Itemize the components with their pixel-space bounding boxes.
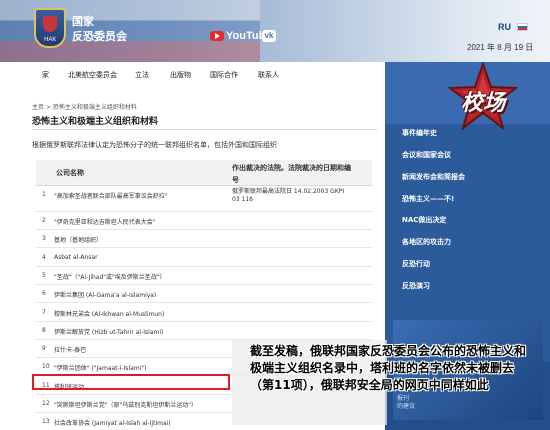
emblem-logo[interactable]: НАК — [34, 8, 66, 48]
org-name[interactable]: 国家 反恐委员会 — [72, 14, 127, 44]
organization-name[interactable]: "突厥斯坦伊斯兰党"（原"乌兹别克斯坦伊斯兰运动"） — [54, 400, 197, 409]
row-number: 6 — [42, 290, 46, 298]
row-number: 8 — [42, 326, 46, 334]
shield-icon — [43, 16, 57, 32]
organization-name[interactable]: 伊斯兰解放党 (Hizb ut-Tahrir al-Islami) — [54, 327, 163, 336]
table-row: 8 伊斯兰解放党 (Hizb ut-Tahrir al-Islami) — [36, 322, 372, 340]
organization-name[interactable]: 拉什卡-泰巴 — [54, 345, 86, 354]
table-row: 6 伊斯兰集团 (Al-Gama'a al-Islamiya) — [36, 285, 372, 304]
youtube-icon[interactable] — [210, 31, 224, 41]
nav-item-intl-cooperation[interactable]: 国际合作 — [210, 70, 238, 80]
sidebar-link-chronicle[interactable]: 事件编年史 — [402, 128, 437, 138]
title-divider — [32, 129, 377, 130]
nav-item-contacts[interactable]: 联系人 — [258, 70, 279, 80]
table-row: 5 "圣战"（"Al-Jihad"或"埃及伊斯兰圣战"） — [36, 267, 372, 285]
table-row: 1 "高加索圣战者联合部队最高军事议会舒拉" 俄罗斯联邦最高法院日 14.02.20… — [36, 186, 372, 212]
sidebar-link-decisions[interactable]: NAC做出决定 — [402, 215, 446, 225]
page-title: 恐怖主义和极端主义组织和材料 — [32, 117, 159, 127]
organization-name[interactable]: "伊奇克里亚和达吉斯坦人民代表大会" — [54, 217, 156, 226]
table-row: 7 穆斯林兄弟会 (Al-Ikhwan al-Muslimun) — [36, 304, 372, 322]
sidebar-link-regions[interactable]: 各地区的攻击力 — [402, 237, 451, 247]
vk-icon[interactable]: vk — [262, 30, 276, 42]
nav-item-legislation[interactable]: 立法 — [135, 70, 149, 80]
sidebar-promo-line1: 报刊 — [397, 395, 410, 402]
organization-name[interactable]: "伊斯兰团体" ("Jamaat-i-Islami") — [54, 363, 146, 372]
organization-name[interactable]: 社会改革协会 (Jamiyat al-Islah al-Ijtimai) — [54, 418, 171, 427]
column-header-decision-line1: 作出裁决的法院。法院裁决的日期和编 — [232, 164, 351, 172]
column-header-decision: 作出裁决的法院。法院裁决的日期和编 号 — [232, 163, 351, 185]
organization-name[interactable]: 基地（基地组织） — [54, 235, 102, 244]
sidebar-link-press[interactable]: 新闻发布会和简报会 — [402, 172, 465, 182]
badge-logo-text: 校场 — [460, 91, 505, 116]
court-decision-line1: 俄罗斯联邦最高法院日 14.02.2003 GKPI — [232, 188, 345, 195]
news-caption: 截至发稿，俄联邦国家反恐委员会公布的恐怖主义和极端主义组织名录中，塔利班的名字依… — [250, 344, 527, 392]
organization-name[interactable]: "圣战"（"Al-Jihad"或"埃及伊斯兰圣战"） — [54, 272, 166, 281]
column-header-decision-line2: 号 — [232, 176, 239, 184]
row-number: 3 — [42, 235, 46, 243]
table-row: 4 Asbat al-Ansar — [36, 249, 372, 267]
table-header: 公司名称 作出裁决的法院。法院裁决的日期和编 号 — [36, 160, 372, 186]
organization-name[interactable]: Asbat al-Ansar — [54, 254, 98, 261]
nav-item-norad[interactable]: 北美航空委员会 — [68, 70, 117, 80]
breadcrumb[interactable]: 主页 > 恐怖主义和极端主义组织和材料 — [32, 102, 137, 111]
language-switch[interactable]: RU — [498, 22, 511, 32]
table-row: 3 基地（基地组织） — [36, 230, 372, 249]
row-number: 10 — [42, 363, 50, 371]
header-date: 2021 年 8 月 19 日 — [467, 43, 534, 52]
emblem-text: НАК — [44, 37, 56, 43]
sidebar-link-operations[interactable]: 反恐行动 — [402, 259, 430, 269]
row-number: 1 — [42, 191, 46, 198]
row-number: 5 — [42, 271, 46, 279]
sidebar-promo-text: 报刊 的建议 — [397, 395, 415, 411]
main-nav: 家 北美航空委员会 立法 出版物 国际合作 联系人 — [32, 64, 332, 86]
organization-name[interactable]: 穆斯林兄弟会 (Al-Ikhwan al-Muslimun) — [54, 309, 164, 318]
row-number: 12 — [42, 400, 50, 407]
row-number: 7 — [42, 308, 46, 316]
intro-text: 根据俄罗斯联邦法律认定为恐怖分子的统一联邦组织名单，包括外国和国际组织 — [32, 141, 277, 149]
org-name-line1: 国家 — [72, 15, 94, 28]
court-decision-line2: 03 116 — [232, 196, 253, 203]
highlight-box — [32, 374, 230, 390]
column-header-name: 公司名称 — [56, 169, 84, 177]
row-number: 13 — [42, 418, 50, 426]
court-decision: 俄罗斯联邦最高法院日 14.02.2003 GKPI 03 116 — [232, 188, 367, 204]
organization-name[interactable]: "高加索圣战者联合部队最高军事议会舒拉" — [54, 191, 168, 200]
sidebar-link-no-terror[interactable]: 恐怖主义——不! — [402, 194, 454, 204]
nav-item-home[interactable]: 家 — [42, 70, 49, 80]
org-name-line2: 反恐委员会 — [72, 30, 127, 43]
sidebar-link-meetings[interactable]: 会议和国家会议 — [402, 150, 451, 160]
russia-flag-icon[interactable] — [517, 23, 528, 31]
sidebar-promo-line2: 的建议 — [397, 403, 416, 410]
row-number: 9 — [42, 345, 46, 353]
sidebar-link-exercises[interactable]: 反恐演习 — [402, 281, 430, 291]
organization-name[interactable]: 伊斯兰集团 (Al-Gama'a al-Islamiya) — [54, 290, 156, 299]
nav-item-publications[interactable]: 出版物 — [170, 70, 191, 80]
row-number: 2 — [42, 217, 46, 224]
table-row: 2 "伊奇克里亚和达吉斯坦人民代表大会" — [36, 212, 372, 230]
row-number: 4 — [42, 253, 46, 261]
